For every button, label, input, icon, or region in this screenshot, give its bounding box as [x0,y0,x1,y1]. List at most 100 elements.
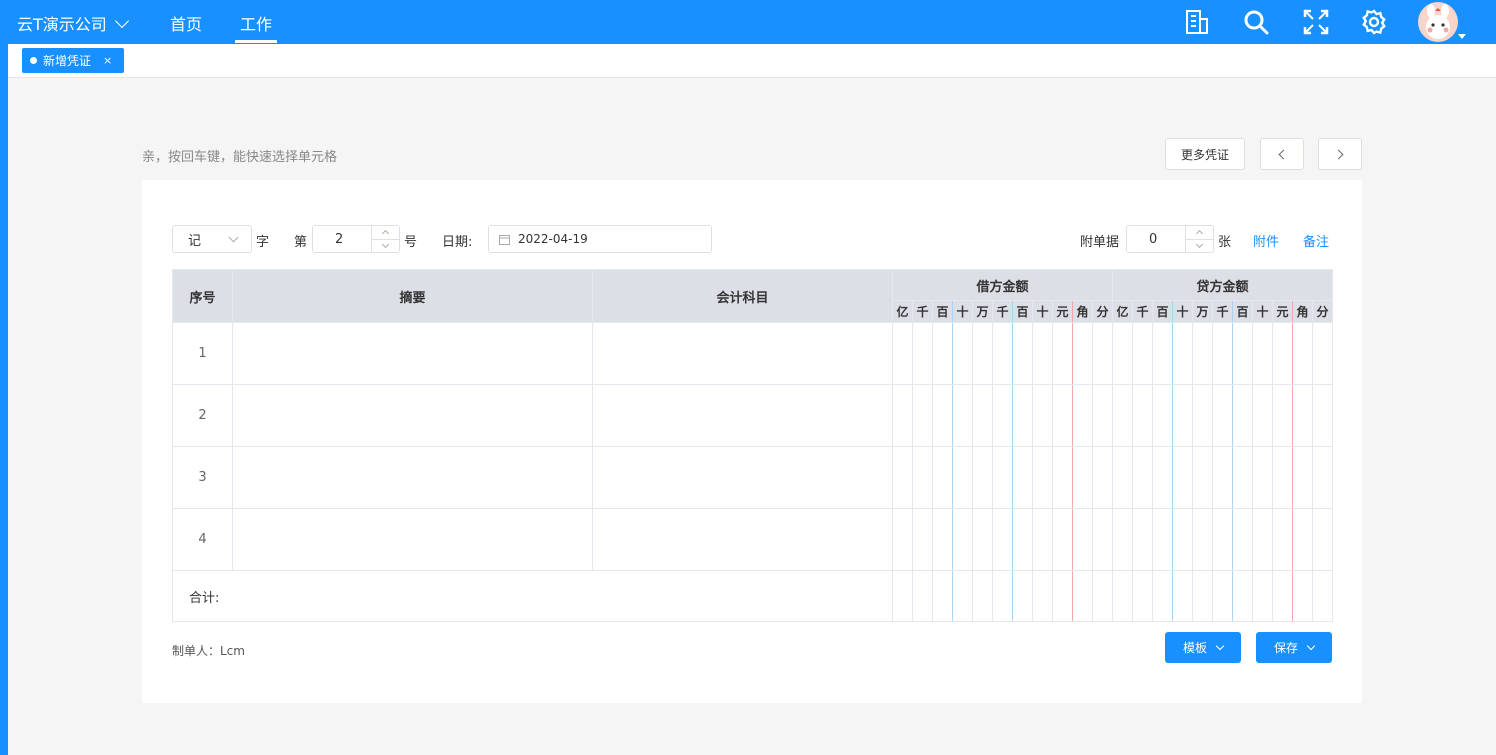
credit-amount-cell[interactable] [1172,322,1193,385]
debit-amount-cell[interactable] [1032,446,1053,509]
debit-amount-cell[interactable] [1012,322,1033,385]
debit-amount-cell[interactable] [1052,322,1073,385]
debit-amount-cell[interactable] [952,322,973,385]
credit-amount-cell[interactable] [1232,508,1253,571]
credit-amount-cell[interactable] [1232,384,1253,447]
debit-amount-cell[interactable] [992,446,1013,509]
fullscreen-icon[interactable] [1302,8,1330,36]
debit-amount-cell[interactable] [912,322,933,385]
credit-amount-cell[interactable] [1112,508,1133,571]
credit-amount-cell[interactable] [1212,322,1233,385]
credit-amount-cell[interactable] [1312,384,1333,447]
debit-amount-cell[interactable] [1052,446,1073,509]
debit-amount-cell[interactable] [992,508,1013,571]
credit-amount-cell[interactable] [1172,508,1193,571]
avatar-caret-icon[interactable] [1458,34,1466,39]
credit-amount-cell[interactable] [1192,384,1213,447]
account-cell[interactable] [592,384,893,447]
credit-amount-cell[interactable] [1132,322,1153,385]
debit-amount-cell[interactable] [992,322,1013,385]
credit-amount-cell[interactable] [1212,384,1233,447]
debit-amount-cell[interactable] [952,384,973,447]
debit-amount-cell[interactable] [1052,508,1073,571]
summary-cell[interactable] [232,508,593,571]
credit-amount-cell[interactable] [1152,322,1173,385]
debit-amount-cell[interactable] [892,384,913,447]
debit-amount-cell[interactable] [892,508,913,571]
debit-amount-cell[interactable] [912,446,933,509]
account-cell[interactable] [592,322,893,385]
debit-amount-cell[interactable] [1012,384,1033,447]
debit-amount-cell[interactable] [1092,446,1113,509]
debit-amount-cell[interactable] [1092,322,1113,385]
debit-amount-cell[interactable] [1032,384,1053,447]
credit-amount-cell[interactable] [1292,508,1313,571]
attachment-link[interactable]: 附件 [1253,231,1279,250]
credit-amount-cell[interactable] [1312,508,1333,571]
debit-amount-cell[interactable] [932,508,953,571]
credit-amount-cell[interactable] [1312,322,1333,385]
account-cell[interactable] [592,446,893,509]
debit-amount-cell[interactable] [1072,508,1093,571]
credit-amount-cell[interactable] [1292,322,1313,385]
debit-amount-cell[interactable] [972,322,993,385]
increment-button[interactable] [1186,226,1213,239]
close-icon[interactable]: × [103,54,112,67]
debit-amount-cell[interactable] [1032,508,1053,571]
credit-amount-cell[interactable] [1192,322,1213,385]
credit-amount-cell[interactable] [1192,508,1213,571]
credit-amount-cell[interactable] [1212,508,1233,571]
summary-cell[interactable] [232,322,593,385]
company-switcher[interactable]: 云T演示公司 [17,11,129,35]
user-avatar[interactable] [1418,2,1458,42]
search-icon[interactable] [1242,8,1270,36]
tab-new-voucher[interactable]: 新增凭证 × [22,48,125,73]
credit-amount-cell[interactable] [1272,446,1293,509]
account-cell[interactable] [592,508,893,571]
credit-amount-cell[interactable] [1112,446,1133,509]
credit-amount-cell[interactable] [1152,384,1173,447]
debit-amount-cell[interactable] [972,384,993,447]
attachment-count-stepper[interactable]: 0 [1126,225,1214,253]
credit-amount-cell[interactable] [1172,384,1193,447]
debit-amount-cell[interactable] [912,384,933,447]
credit-amount-cell[interactable] [1252,384,1273,447]
credit-amount-cell[interactable] [1272,384,1293,447]
debit-amount-cell[interactable] [1072,384,1093,447]
debit-amount-cell[interactable] [1072,322,1093,385]
debit-amount-cell[interactable] [1092,508,1113,571]
building-icon[interactable] [1183,8,1211,36]
credit-amount-cell[interactable] [1312,446,1333,509]
debit-amount-cell[interactable] [912,508,933,571]
debit-amount-cell[interactable] [1032,322,1053,385]
debit-amount-cell[interactable] [1012,508,1033,571]
debit-amount-cell[interactable] [1072,446,1093,509]
credit-amount-cell[interactable] [1192,446,1213,509]
gear-icon[interactable] [1360,8,1388,36]
credit-amount-cell[interactable] [1212,446,1233,509]
debit-amount-cell[interactable] [932,322,953,385]
credit-amount-cell[interactable] [1252,446,1273,509]
credit-amount-cell[interactable] [1132,508,1153,571]
summary-cell[interactable] [232,446,593,509]
debit-amount-cell[interactable] [932,384,953,447]
decrement-button[interactable] [1186,238,1213,253]
nav-home[interactable]: 首页 [170,11,202,35]
summary-cell[interactable] [232,384,593,447]
debit-amount-cell[interactable] [972,508,993,571]
remark-link[interactable]: 备注 [1303,231,1329,250]
credit-amount-cell[interactable] [1292,384,1313,447]
voucher-number-stepper[interactable]: 2 [312,225,400,253]
debit-amount-cell[interactable] [892,446,913,509]
credit-amount-cell[interactable] [1292,446,1313,509]
template-button[interactable]: 模板 [1165,632,1241,663]
credit-amount-cell[interactable] [1152,446,1173,509]
prev-voucher-button[interactable] [1260,138,1304,170]
credit-amount-cell[interactable] [1132,446,1153,509]
debit-amount-cell[interactable] [1052,384,1073,447]
debit-amount-cell[interactable] [1012,446,1033,509]
credit-amount-cell[interactable] [1112,384,1133,447]
credit-amount-cell[interactable] [1112,322,1133,385]
credit-amount-cell[interactable] [1272,322,1293,385]
increment-button[interactable] [372,226,399,239]
